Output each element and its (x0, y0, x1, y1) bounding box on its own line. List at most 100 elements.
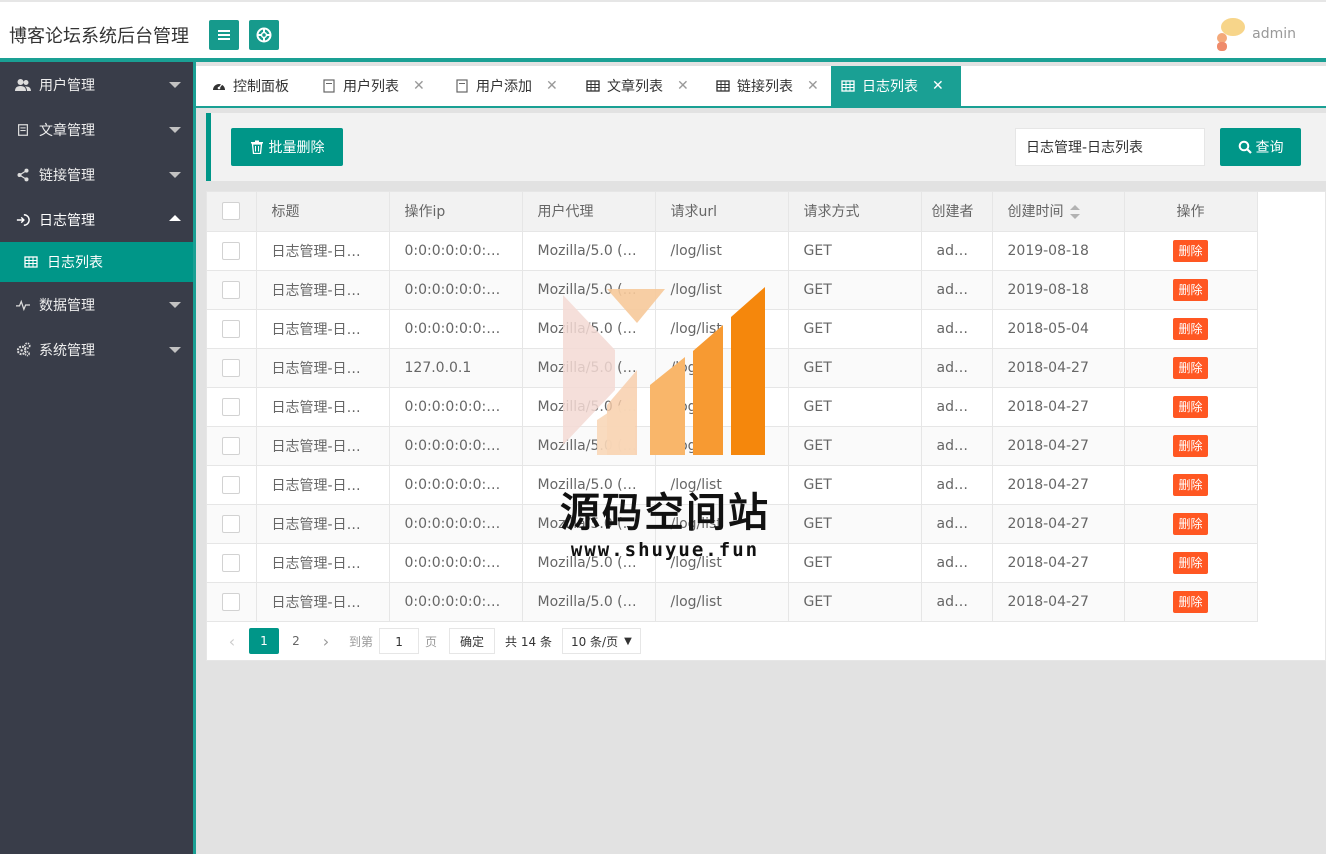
row-delete-button[interactable]: 删除 (1173, 395, 1208, 418)
trash-icon (250, 140, 264, 155)
menu-toggle-button[interactable] (209, 20, 239, 50)
tab-log-list[interactable]: 日志列表 ✕ (831, 66, 961, 106)
page-size-value: 10 条/页 (570, 634, 619, 649)
sidebar-item-data[interactable]: 数据管理 (0, 282, 193, 327)
lifebuoy-icon (256, 27, 272, 43)
row-checkbox[interactable] (222, 397, 241, 416)
row-checkbox[interactable] (222, 436, 241, 455)
table-icon (586, 79, 600, 93)
search-button[interactable]: 查询 (1220, 128, 1301, 166)
prev-page-icon[interactable]: ‹ (219, 628, 245, 654)
help-button[interactable] (249, 20, 279, 50)
row-delete-button[interactable]: 删除 (1173, 551, 1208, 574)
goto-page-input[interactable]: 1 (379, 628, 420, 654)
signin-icon (15, 212, 31, 228)
sidebar-item-label: 系统管理 (39, 342, 95, 359)
close-icon[interactable]: ✕ (807, 78, 819, 94)
sidebar-item-system[interactable]: 系统管理 (0, 327, 193, 372)
tab-link-list[interactable]: 链接列表 ✕ (706, 66, 831, 106)
users-icon (15, 77, 31, 93)
cell-url: /log/list (655, 504, 789, 544)
select-all-cell[interactable] (207, 192, 257, 232)
close-icon[interactable]: ✕ (546, 78, 558, 94)
tab-user-list[interactable]: 用户列表 ✕ (312, 66, 442, 106)
tab-article-list[interactable]: 文章列表 ✕ (576, 66, 706, 106)
cell-ip: 127.0.0.1 (389, 348, 523, 388)
close-icon[interactable]: ✕ (932, 78, 944, 94)
sidebar-item-users[interactable]: 用户管理 (0, 62, 193, 107)
row-checkbox[interactable] (222, 514, 241, 533)
cell-created-time: 2019-08-18 (992, 231, 1125, 271)
row-checkbox[interactable] (222, 553, 241, 572)
chevron-down-icon (169, 127, 181, 133)
cell-method: GET (788, 309, 922, 349)
goto-confirm-button[interactable]: 确定 (449, 628, 496, 654)
cell-actions: 删除 (1124, 231, 1258, 271)
next-page-icon[interactable]: › (313, 628, 339, 654)
row-delete-button[interactable]: 删除 (1173, 590, 1208, 613)
cell-created-time: 2018-04-27 (992, 465, 1125, 505)
cell-title: 日志管理-日志列表 (256, 348, 390, 388)
select-all-checkbox[interactable] (222, 202, 241, 221)
cell-ip: 0:0:0:0:0:0:0:1 (389, 504, 523, 544)
batch-delete-button[interactable]: 批量删除 (231, 128, 343, 166)
sidebar-item-articles[interactable]: 文章管理 (0, 107, 193, 152)
user-menu[interactable]: admin (1212, 16, 1296, 52)
cell-title: 日志管理-日志列表 (256, 231, 390, 271)
chevron-down-icon (169, 302, 181, 308)
tab-dashboard[interactable]: 控制面板 (202, 66, 312, 106)
search-input[interactable] (1015, 128, 1205, 166)
row-checkbox[interactable] (222, 592, 241, 611)
sidebar-subitem-log-list[interactable]: 日志列表 (0, 242, 193, 282)
cell-created-time: 2018-04-27 (992, 504, 1125, 544)
row-delete-button[interactable]: 删除 (1173, 473, 1208, 496)
row-checkbox[interactable] (222, 280, 241, 299)
cell-method: GET (788, 582, 922, 622)
close-icon[interactable]: ✕ (677, 78, 689, 94)
page-button-1[interactable]: 1 (249, 628, 279, 654)
row-delete-button[interactable]: 删除 (1173, 317, 1208, 340)
row-select-cell[interactable] (207, 543, 257, 583)
goto-prefix: 到第 (349, 634, 374, 649)
row-select-cell[interactable] (207, 309, 257, 349)
cell-user-agent: Mozilla/5.0 (Windows NT 10.0) (522, 348, 656, 388)
row-delete-button[interactable]: 删除 (1173, 356, 1208, 379)
row-checkbox[interactable] (222, 319, 241, 338)
column-header-created-time[interactable]: 创建时间 (992, 192, 1125, 232)
sort-icon[interactable] (1069, 205, 1080, 220)
row-delete-button[interactable]: 删除 (1173, 512, 1208, 535)
row-select-cell[interactable] (207, 387, 257, 427)
cell-actions: 删除 (1124, 387, 1258, 427)
row-checkbox[interactable] (222, 358, 241, 377)
row-checkbox[interactable] (222, 475, 241, 494)
cell-method: GET (788, 465, 922, 505)
page-button-2[interactable]: 2 (283, 628, 309, 654)
row-select-cell[interactable] (207, 231, 257, 271)
row-delete-button[interactable]: 删除 (1173, 278, 1208, 301)
row-delete-button[interactable]: 删除 (1173, 239, 1208, 262)
cell-ip: 0:0:0:0:0:0:0:1 (389, 465, 523, 505)
row-select-cell[interactable] (207, 465, 257, 505)
cell-url: /log/list (655, 387, 789, 427)
row-select-cell[interactable] (207, 348, 257, 388)
row-select-cell[interactable] (207, 270, 257, 310)
row-select-cell[interactable] (207, 426, 257, 466)
row-delete-button[interactable]: 删除 (1173, 434, 1208, 457)
row-checkbox[interactable] (222, 241, 241, 260)
cell-url: /log/list (655, 582, 789, 622)
sidebar-item-links[interactable]: 链接管理 (0, 152, 193, 197)
table-row: 日志管理-日志列表 0:0:0:0:0:0:0:1 Mozilla/5.0 (Win… (207, 426, 1258, 466)
goto-suffix: 页 (425, 634, 438, 649)
close-icon[interactable]: ✕ (413, 78, 425, 94)
cell-url: /log/list (655, 426, 789, 466)
page-size-select[interactable]: 10 条/页 ▼ (561, 628, 641, 654)
row-select-cell[interactable] (207, 582, 257, 622)
tab-label: 链接列表 (737, 79, 793, 95)
row-select-cell[interactable] (207, 504, 257, 544)
tab-user-add[interactable]: 用户添加 ✕ (445, 66, 575, 106)
file-icon (455, 79, 469, 93)
sidebar-item-logs[interactable]: 日志管理 (0, 197, 193, 242)
file-icon (322, 79, 336, 93)
cell-title: 日志管理-日志列表 (256, 504, 390, 544)
sidebar-item-label: 用户管理 (39, 77, 95, 94)
